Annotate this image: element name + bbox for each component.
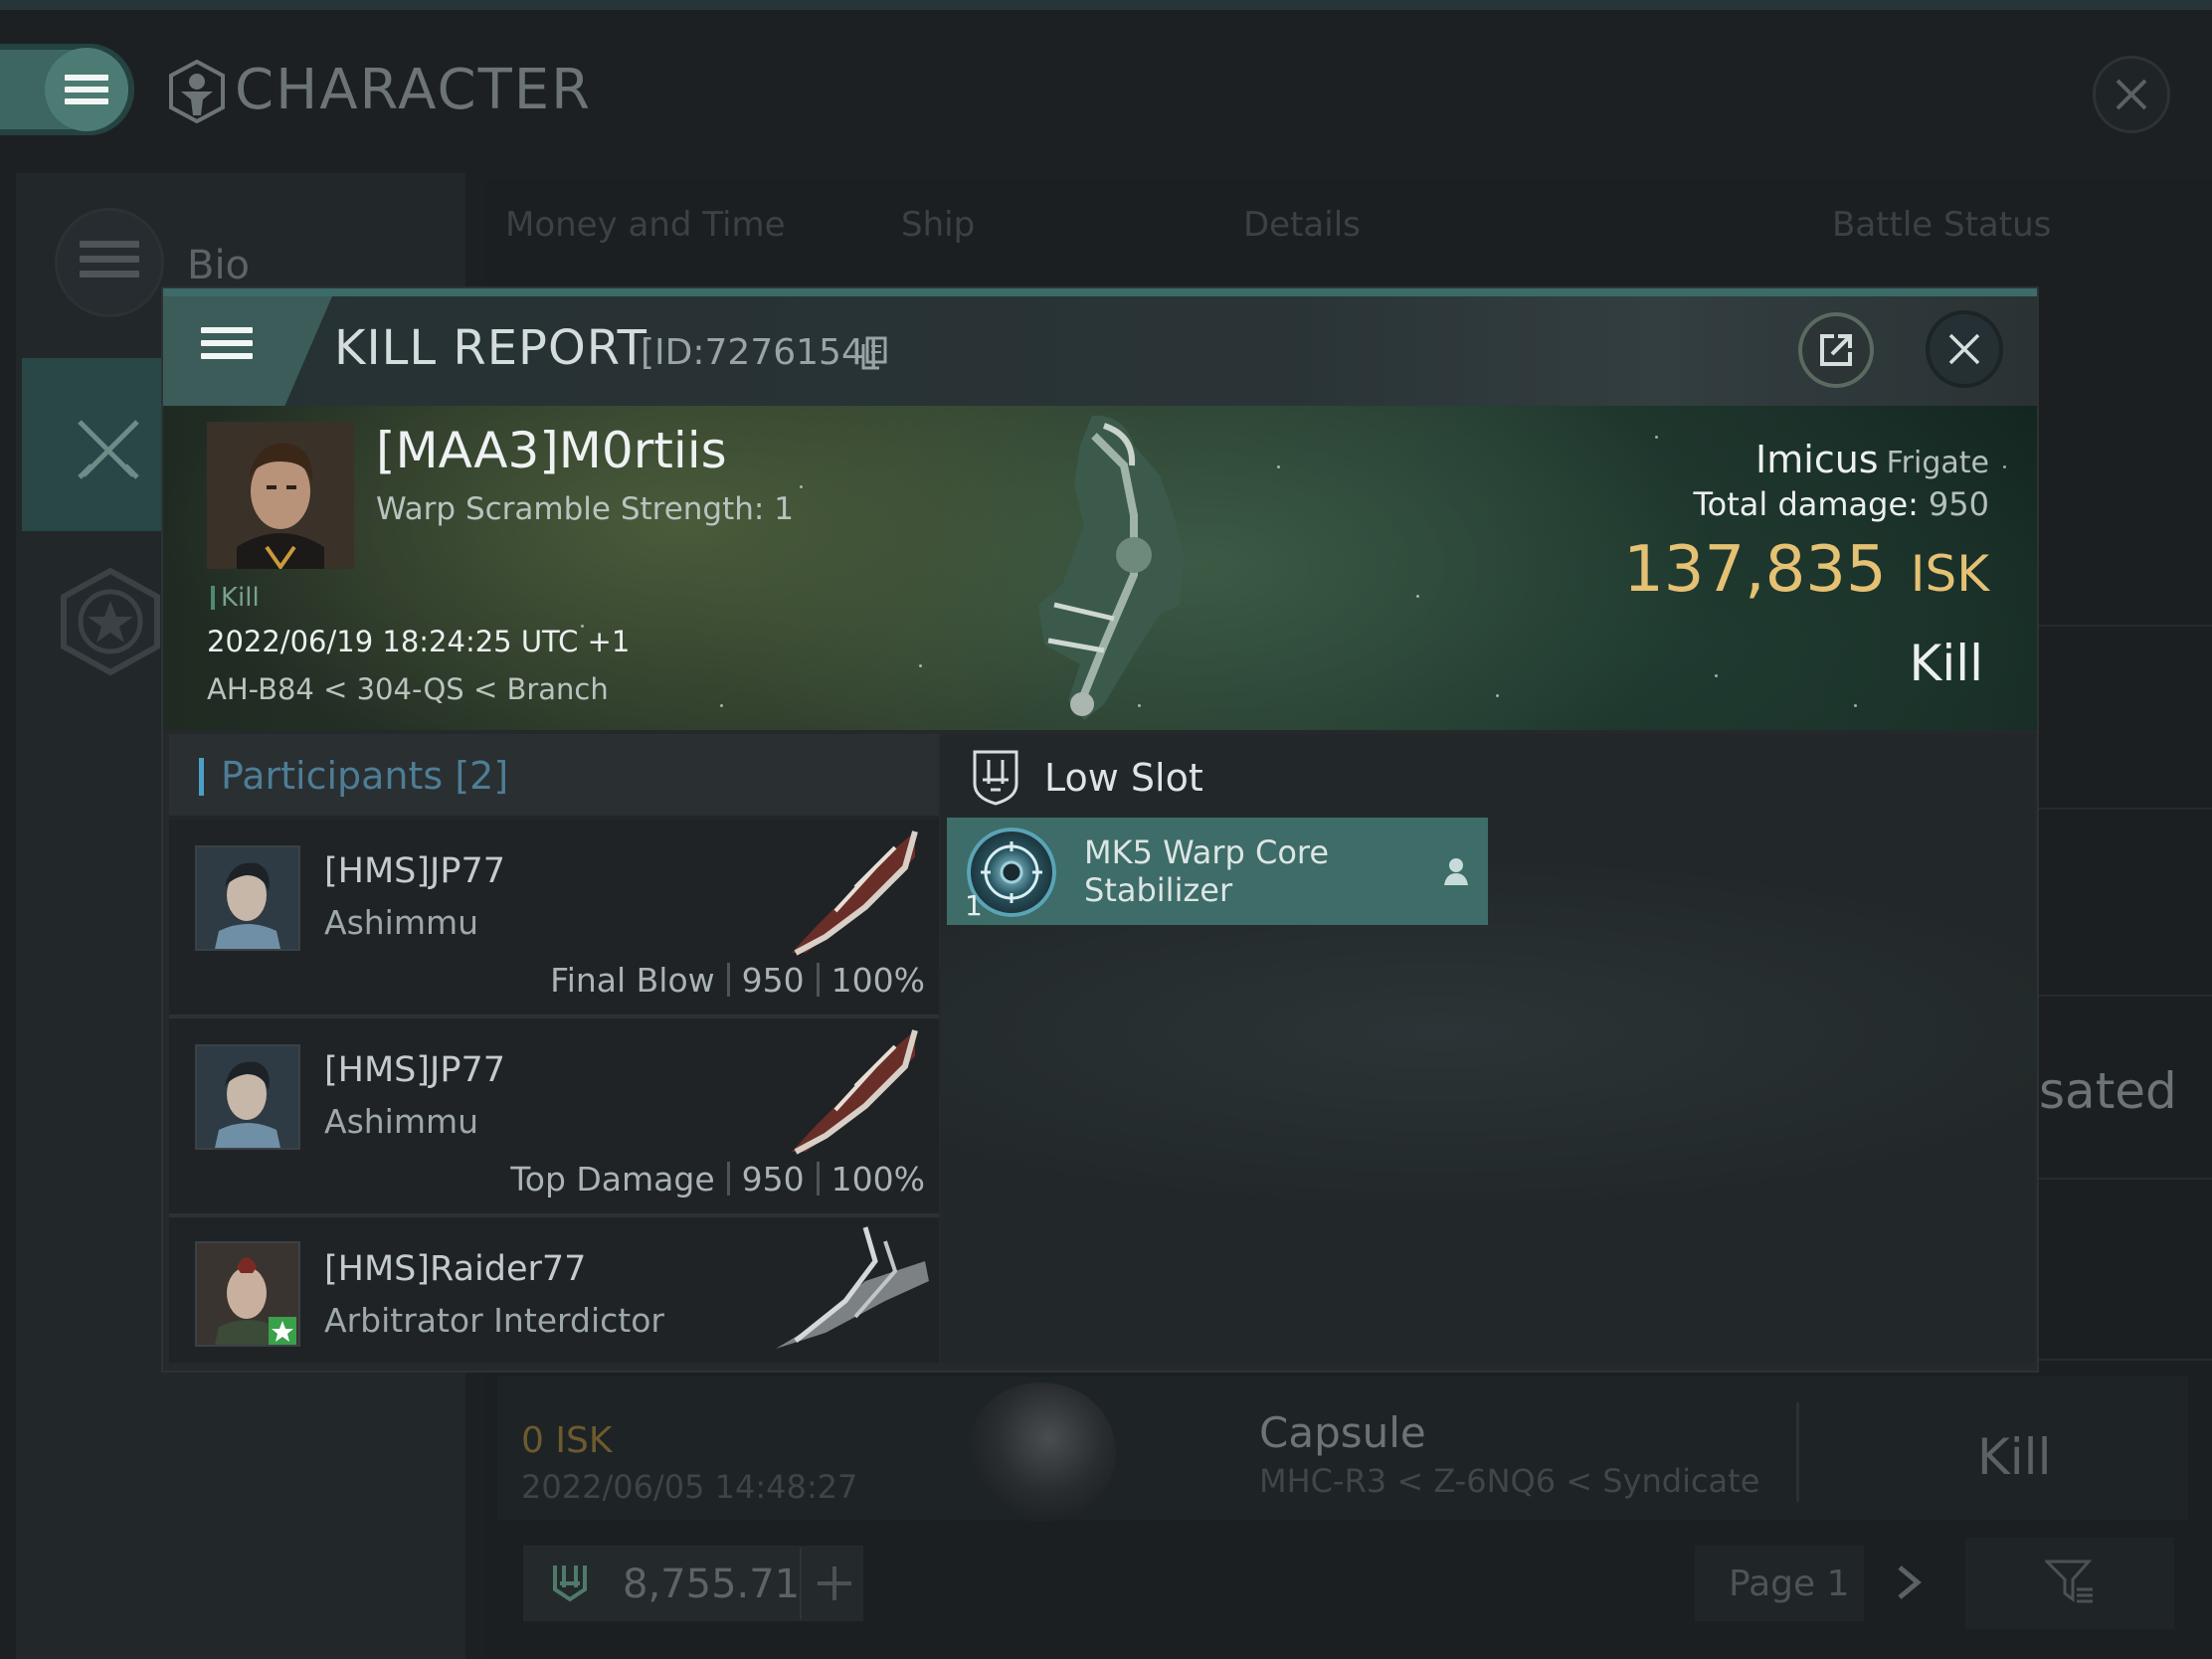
participant-row[interactable]: [HMS]Raider77 Arbitrator Interdictor <box>169 1217 939 1363</box>
participant-stats: Final Blow 950 100% <box>550 961 925 1000</box>
window-top-bar <box>0 0 2212 10</box>
character-icon <box>169 60 225 123</box>
isk-value: 137,835 ISK <box>1472 533 1989 607</box>
tab-battle-status[interactable]: Battle Status <box>1832 205 2051 245</box>
isk-icon <box>553 1566 587 1602</box>
external-link-icon <box>1820 334 1852 366</box>
partial-status-text: sated <box>2039 1062 2177 1120</box>
participant-ship-image <box>776 1226 929 1349</box>
participant-stats: Top Damage 950 100% <box>510 1160 925 1198</box>
participant-ship: Arbitrator Interdictor <box>324 1301 665 1340</box>
total-damage-value: 950 <box>1928 485 1989 523</box>
row-date: 2022/06/05 14:48:27 <box>521 1468 858 1506</box>
ship-class: Frigate <box>1886 446 1989 480</box>
low-slot-label: Low Slot <box>1044 756 1203 800</box>
kill-result: Kill <box>1909 635 1983 692</box>
participant-ship: Ashimmu <box>324 1102 479 1141</box>
warp-scramble-strength: Warp Scramble Strength: 1 <box>376 491 794 527</box>
participant-ship-image <box>792 830 918 956</box>
participant-avatar <box>197 1046 298 1148</box>
participant-name[interactable]: [HMS]Raider77 <box>324 1249 586 1289</box>
participants-label: Participants <box>221 754 444 798</box>
side-tab-bio[interactable] <box>58 211 161 314</box>
list-icon <box>80 233 139 285</box>
kill-type-tag: Kill <box>211 583 260 613</box>
participants-count: [2] <box>455 754 509 798</box>
close-icon <box>2116 79 2147 110</box>
participant-percent: 100% <box>830 961 925 1000</box>
victim-ship-image[interactable] <box>985 406 1223 730</box>
module-name: MK5 Warp Core Stabilizer <box>1084 833 1330 909</box>
kill-datetime: 2022/06/19 18:24:25 UTC +1 <box>207 625 631 658</box>
kill-report-id: [ID:7276154] <box>641 332 878 373</box>
crossed-swords-icon <box>78 420 139 479</box>
participant-ship: Ashimmu <box>324 903 479 942</box>
participant-row[interactable]: [HMS]JP77 Ashimmu Final Blow 950 100% <box>169 820 939 1014</box>
next-page-icon[interactable] <box>1894 1564 1924 1601</box>
victim-name[interactable]: [MAA3]M0rtiis <box>376 422 727 479</box>
participant-damage: 950 <box>741 961 805 1000</box>
filter-icon <box>2045 1560 2093 1603</box>
avatar <box>197 1243 298 1345</box>
participant-name[interactable]: [HMS]JP77 <box>324 851 505 891</box>
participant-name[interactable]: [HMS]JP77 <box>324 1050 505 1090</box>
person-icon <box>1444 858 1468 885</box>
low-slot-icon <box>973 750 1018 806</box>
participant-damage: 950 <box>741 1160 805 1198</box>
total-damage: Total damage: 950 <box>1552 485 1989 523</box>
window-title: CHARACTER <box>235 58 593 122</box>
side-tab-battle[interactable] <box>22 358 181 531</box>
side-tab-bio-label: Bio <box>187 243 251 288</box>
participant-ship-image <box>792 1029 918 1155</box>
row-ship: Capsule <box>1259 1408 1426 1457</box>
avatar <box>197 1046 298 1148</box>
capsule-image <box>967 1382 1116 1522</box>
hamburger-icon <box>201 320 253 366</box>
avatar <box>207 422 354 569</box>
tab-money-and-time[interactable]: Money and Time <box>505 205 786 245</box>
window-close-button[interactable] <box>2093 56 2170 133</box>
isk-amount: 137,835 <box>1623 533 1887 607</box>
tab-ship[interactable]: Ship <box>901 205 975 245</box>
participant-percent: 100% <box>830 1160 925 1198</box>
victim-portrait[interactable] <box>207 422 354 569</box>
add-isk-button[interactable] <box>800 1548 863 1619</box>
main-menu-button[interactable] <box>0 44 134 135</box>
isk-unit: ISK <box>1910 545 1989 603</box>
page-indicator: Page 1 <box>1695 1546 1864 1621</box>
row-location: MHC-R3 < Z-6NQ6 < Syndicate <box>1259 1462 1760 1500</box>
participant-avatar <box>197 847 298 949</box>
page-label: Page 1 <box>1729 1564 1850 1604</box>
participant-role: Final Blow <box>550 961 715 1000</box>
module-quantity: 1 <box>965 889 983 922</box>
ship-name[interactable]: Imicus <box>1755 438 1879 481</box>
row-isk: 0 ISK <box>521 1420 613 1461</box>
dialog-close-button[interactable] <box>1926 310 2003 388</box>
total-damage-label: Total damage: <box>1693 485 1919 523</box>
kill-location[interactable]: AH-B84 < 304-QS < Branch <box>207 672 609 706</box>
wallet-amount: 8,755.71 <box>623 1562 801 1607</box>
participant-row[interactable]: [HMS]JP77 Ashimmu Top Damage 950 100% <box>169 1018 939 1213</box>
filter-button[interactable] <box>1965 1538 2174 1629</box>
star-badge-icon[interactable] <box>58 567 163 676</box>
participant-avatar <box>197 1243 298 1345</box>
row-result: Kill <box>1977 1428 2052 1486</box>
participants-title: Participants [2] <box>221 754 508 798</box>
avatar <box>197 847 298 949</box>
close-icon <box>1948 333 1980 365</box>
hamburger-icon <box>65 69 108 110</box>
share-button[interactable] <box>1798 312 1874 388</box>
dialog-title: KILL REPORT <box>334 320 647 376</box>
tab-details[interactable]: Details <box>1243 205 1361 245</box>
participants-header-accent <box>199 758 204 796</box>
row-divider <box>1796 1402 1799 1502</box>
dialog-accent-bar <box>163 288 2037 296</box>
participant-role: Top Damage <box>510 1160 715 1198</box>
copy-icon[interactable] <box>859 336 887 370</box>
ship-info: Imicus Frigate <box>1611 438 1989 481</box>
